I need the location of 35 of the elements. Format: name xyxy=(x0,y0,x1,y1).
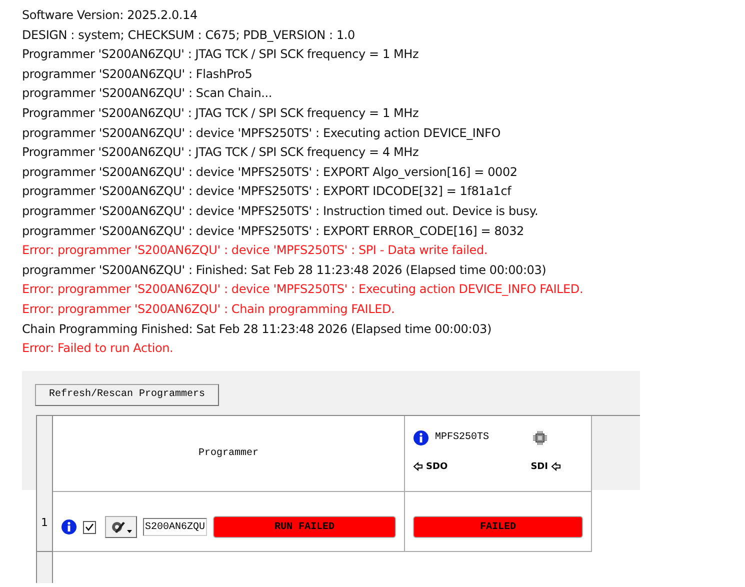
log-line: programmer 'S200AN6ZQU' : FlashPro5 xyxy=(22,66,254,83)
info-icon[interactable] xyxy=(61,519,77,536)
arrow-left-icon xyxy=(551,462,561,472)
log-line: DESIGN : system; CHECKSUM : C675; PDB_VERSION : 1.0 xyxy=(22,26,356,44)
refresh-button[interactable]: Refresh/Rescan Programmers xyxy=(35,384,219,406)
log-line: programmer 'S200AN6ZQU' : device 'MPFS250TS' : EXPORT ERROR_CODE[16] = 8032 xyxy=(22,222,525,240)
error-message: Error: programmer 'S200AN6ZQU' : Chain programming FAILED. xyxy=(22,300,396,318)
row-number: 1 xyxy=(37,492,53,552)
error-message: Error: programmer 'S200AN6ZQU' : device 'MPFS250TS' : SPI - Data write failed. xyxy=(22,242,489,260)
log-line: programmer 'S200AN6ZQU' : device 'MPFS250TS' : EXPORT Algo_version[16] = 0002 xyxy=(22,164,518,181)
log-line: programmer 'S200AN6ZQU' : device 'MPFS250TS' : EXPORT IDCODE[32] = 1f81a1cf xyxy=(22,183,513,200)
log-line: Programmer 'S200AN6ZQU' : JTAG TCK / SPI SCK frequency = 4 MHz xyxy=(22,144,420,162)
info-icon[interactable] xyxy=(413,430,429,446)
status-bar: RUN FAILED xyxy=(213,516,396,538)
sdi-label: SDI xyxy=(530,462,561,472)
programmer-name-field[interactable]: S200AN6ZQU xyxy=(143,518,207,536)
column-header: Programmer xyxy=(53,416,405,492)
log-line: Programmer 'S200AN6ZQU' : JTAG TCK / SPI SCK frequency = 1 MHz xyxy=(22,104,420,122)
arrow-left-icon xyxy=(413,462,423,472)
log-line: programmer 'S200AN6ZQU' : Scan Chain... xyxy=(22,85,274,102)
chip-icon xyxy=(533,430,547,445)
error-message: Error: programmer 'S200AN6ZQU' : device 'MPFS250TS' : Executing action DEVICE_INFO FAILED. xyxy=(22,281,584,298)
sdo-label: SDO xyxy=(413,462,448,472)
checkbox[interactable] xyxy=(83,520,96,534)
log-line: programmer 'S200AN6ZQU' : Finished: Sat Feb 28 11:23:48 2026 (Elapsed time 00:00:03) xyxy=(22,262,548,279)
log-line: programmer 'S200AN6ZQU' : device 'MPFS250TS' : Executing action DEVICE_INFO xyxy=(22,124,502,142)
log-line: programmer 'S200AN6ZQU' : device 'MPFS250TS' : Instruction timed out. Device is busy. xyxy=(22,202,540,220)
device-name: MPFS250TS xyxy=(435,432,490,444)
log-line: Software Version: 2025.2.0.14 xyxy=(22,7,198,24)
log-line: Programmer 'S200AN6ZQU' : JTAG TCK / SPI SCK frequency = 1 MHz xyxy=(22,46,420,64)
settings-dropdown[interactable] xyxy=(105,516,137,538)
gear-icon xyxy=(109,519,133,536)
status-bar: FAILED xyxy=(413,516,583,538)
log-line: Chain Programming Finished: Sat Feb 28 11:23:48 2026 (Elapsed time 00:00:03) xyxy=(22,320,492,338)
error-message: Error: Failed to run Action. xyxy=(22,340,174,358)
